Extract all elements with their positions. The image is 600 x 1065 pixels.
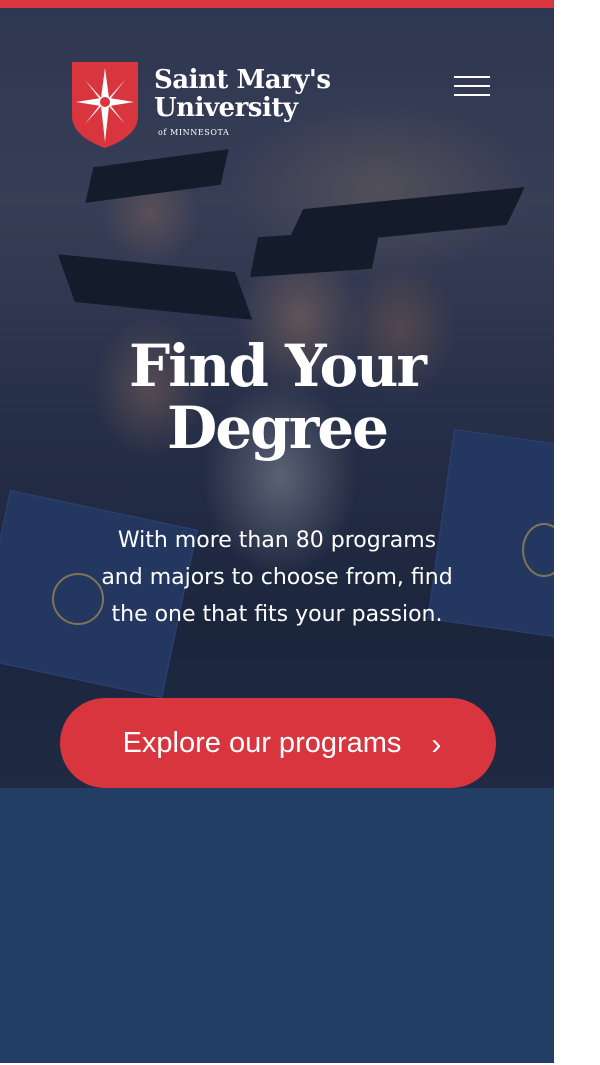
hamburger-menu-icon	[454, 94, 490, 96]
headline-line2: Degree	[166, 394, 389, 462]
logo-subline: of MINNESOTA	[158, 128, 230, 137]
explore-programs-button[interactable]: Explore our programs ›	[60, 698, 496, 788]
hero-intro-text: With more than 80 programs and majors to…	[101, 528, 453, 627]
hero-headline: Find Your Degree	[0, 335, 554, 459]
shield-star-logo-icon	[70, 58, 140, 150]
cta-label: Explore our programs	[122, 726, 402, 759]
logo-name-line2: University	[154, 93, 298, 123]
hamburger-menu-icon	[454, 85, 490, 87]
hamburger-menu-icon	[454, 76, 490, 78]
chevron-right-icon: ›	[431, 728, 442, 761]
logo-wordmark: Saint Mary's University of MINNESOTA	[154, 66, 331, 137]
top-accent-bar	[0, 0, 554, 8]
headline-line1: Find Your	[129, 332, 427, 400]
university-logo[interactable]: Saint Mary's University of MINNESOTA	[70, 58, 331, 150]
menu-button[interactable]	[452, 72, 492, 100]
logo-name-line1: Saint Mary's	[154, 65, 331, 95]
page: Saint Mary's University of MINNESOTA Fin…	[0, 0, 554, 1063]
